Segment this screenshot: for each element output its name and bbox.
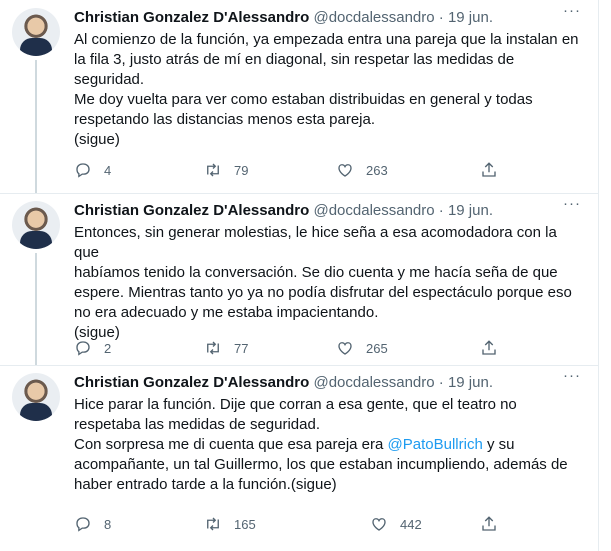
share-button[interactable] [480,514,498,534]
tweet-text-segment: Con sorpresa me di cuenta que esa pareja… [74,436,388,453]
tweet-header: Christian Gonzalez D'Alessandro @docdale… [74,201,493,221]
author-name[interactable]: Christian Gonzalez D'Alessandro [74,202,309,219]
author-handle[interactable]: @docdalessandro [313,374,434,391]
separator-dot: · [438,202,444,219]
tweet-text-line: seguridad. [74,71,145,88]
like-button[interactable]: 263 [336,160,388,180]
like-count: 263 [366,162,388,178]
share-button[interactable] [480,338,498,358]
like-count: 265 [366,340,388,356]
tweet-actions: 4 79 263 [74,160,504,180]
tweet-text-line: Me doy vuelta para ver como estaban dist… [74,91,533,108]
like-button[interactable]: 442 [370,514,422,534]
more-icon[interactable]: ··· [562,3,582,24]
reply-button[interactable]: 4 [74,160,111,180]
tweet-text: Hice parar la función. Dije que corran a… [74,395,584,495]
tweet-time[interactable]: 19 jun. [448,202,493,219]
retweet-icon [207,341,219,355]
avatar[interactable] [12,373,60,421]
tweet-text-line: Con sorpresa me di cuenta que esa pareja… [74,435,584,455]
tweet-time[interactable]: 19 jun. [448,9,493,26]
tweet-actions: 2 77 265 [74,338,504,358]
author-name[interactable]: Christian Gonzalez D'Alessandro [74,374,309,391]
thread-line [35,60,37,193]
tweet-text-line: Al comienzo de la función, ya empezada e… [74,31,579,48]
author-handle[interactable]: @docdalessandro [313,9,434,26]
reply-count: 4 [104,162,112,178]
reply-count: 8 [104,516,112,532]
author-handle[interactable]: @docdalessandro [313,202,434,219]
reply-button[interactable]: 8 [74,514,111,534]
author-name[interactable]: Christian Gonzalez D'Alessandro [74,9,309,26]
retweet-count: 77 [234,340,249,356]
timeline-border [598,0,599,551]
retweet-count: 79 [234,162,249,178]
share-icon [482,340,496,355]
retweet-button[interactable]: 79 [204,160,248,180]
more-icon[interactable]: ··· [562,196,582,217]
heart-icon [338,164,352,177]
tweet-text: Al comienzo de la función, ya empezada e… [74,30,584,150]
tweet-text-line: respetaba las medidas de seguridad. [74,416,320,433]
mention-link[interactable]: @PatoBullrich [388,436,483,453]
retweet-icon [207,163,219,177]
tweet[interactable]: Christian Gonzalez D'Alessandro @docdale… [0,0,598,194]
tweet[interactable]: Christian Gonzalez D'Alessandro @docdale… [0,365,598,551]
retweet-count: 165 [234,516,256,532]
like-count: 442 [400,516,422,532]
reply-button[interactable]: 2 [74,338,111,358]
tweet-actions: 8 165 442 [74,514,504,534]
tweet[interactable]: Christian Gonzalez D'Alessandro @docdale… [0,193,598,366]
retweet-button[interactable]: 165 [204,514,256,534]
share-icon [482,516,496,531]
tweet-text-line: no era adecuado y me estaba impacientand… [74,304,379,321]
tweet-text-line: acompañante, un tal Guillermo, los que e… [74,456,568,473]
tweet-time[interactable]: 19 jun. [448,374,493,391]
tweet-text-line: haber entrado tarde a la función.(sigue) [74,476,337,493]
reply-icon [76,163,90,178]
tweet-text-line: habíamos tenido la conversación. Se dio … [74,264,558,281]
heart-icon [372,518,386,531]
heart-icon [338,342,352,355]
avatar[interactable] [12,8,60,56]
tweet-header: Christian Gonzalez D'Alessandro @docdale… [74,373,493,393]
reply-icon [76,517,90,532]
more-icon[interactable]: ··· [562,368,582,389]
separator-dot: · [438,374,444,391]
tweet-text-line: la fila 3, justo atrás de mí en diagonal… [74,51,515,68]
retweet-icon [207,517,219,531]
retweet-button[interactable]: 77 [204,338,248,358]
reply-icon [76,341,90,356]
like-button[interactable]: 265 [336,338,388,358]
thread-line [35,253,37,365]
share-button[interactable] [480,160,498,180]
avatar[interactable] [12,201,60,249]
tweet-text-segment: y su [482,436,515,453]
tweet-text-line: respetando las distancias menos esta par… [74,111,376,128]
tweet-text-line: Hice parar la función. Dije que corran a… [74,396,517,413]
reply-count: 2 [104,340,112,356]
tweet-text-line: (sigue) [74,131,120,148]
separator-dot: · [438,9,444,26]
share-icon [482,162,496,177]
tweet-text-line: Entonces, sin generar molestias, le hice… [74,224,557,261]
tweet-header: Christian Gonzalez D'Alessandro @docdale… [74,8,493,28]
tweet-text-line: espere. Mientras tanto yo ya no podía di… [74,284,572,301]
tweet-text: Entonces, sin generar molestias, le hice… [74,223,584,343]
